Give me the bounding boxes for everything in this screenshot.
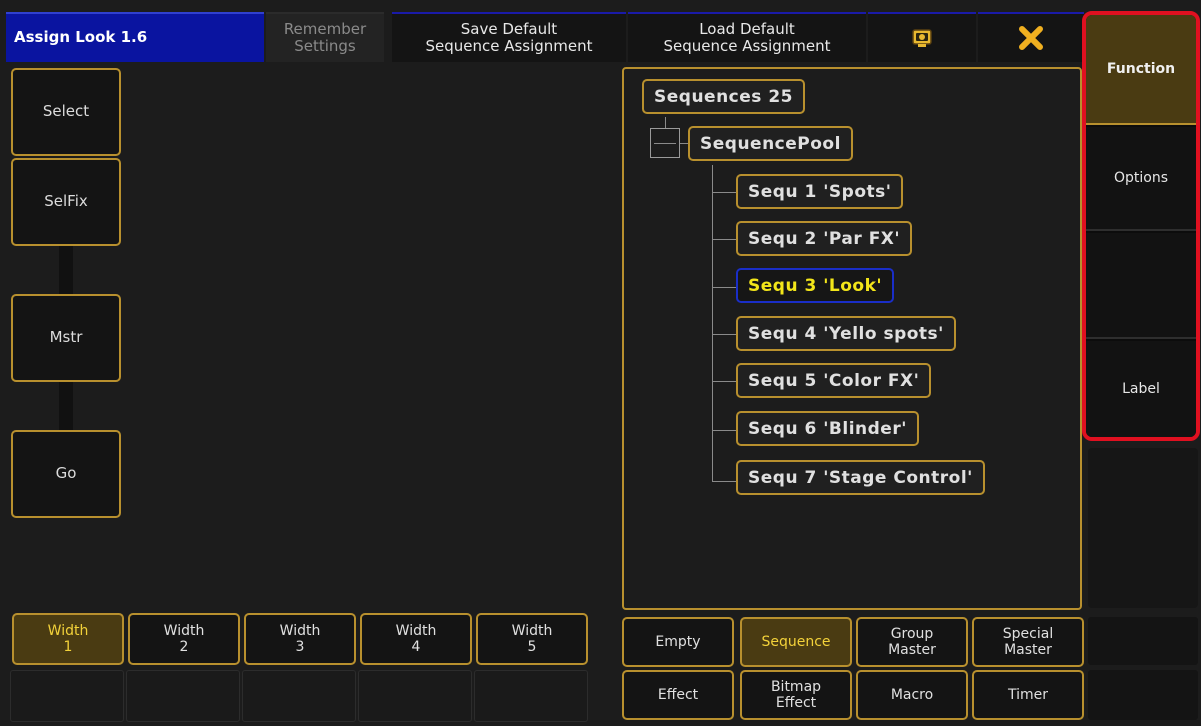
tree-sequence-item-selected[interactable]: Sequ 3 'Look' <box>736 268 895 303</box>
close-icon <box>1019 26 1043 50</box>
tree-sequence-item[interactable]: Sequ 5 'Color FX' <box>736 363 932 398</box>
mstr-button[interactable]: Mstr <box>11 294 121 382</box>
window-title: Assign Look 1.6 <box>14 28 148 46</box>
width-5-button[interactable]: Width 5 <box>476 613 588 665</box>
tree-connector <box>712 287 737 288</box>
tree-sequence-item[interactable]: Sequ 4 'Yello spots' <box>736 316 956 351</box>
tree-connector <box>712 481 737 482</box>
tree-connector <box>712 192 737 193</box>
tree-sequence-item[interactable]: Sequ 2 'Par FX' <box>736 221 913 256</box>
width-4-button[interactable]: Width 4 <box>360 613 472 665</box>
blank-cell <box>1088 670 1198 720</box>
side-function-button[interactable]: Function <box>1086 15 1196 125</box>
side-empty-button[interactable] <box>1086 233 1196 339</box>
select-button[interactable]: Select <box>11 68 121 156</box>
side-menu: Function Options Label <box>1082 11 1200 441</box>
type-sequence-button[interactable]: Sequence <box>740 617 852 667</box>
width-1-button[interactable]: Width 1 <box>12 613 124 665</box>
blank-cell <box>10 670 124 722</box>
tree-pool-node[interactable]: SequencePool <box>688 126 853 161</box>
blank-cell <box>126 670 240 722</box>
tree-connector <box>712 239 737 240</box>
remember-settings-button[interactable]: Remember Settings <box>266 12 384 62</box>
tree-sequence-item[interactable]: Sequ 1 'Spots' <box>736 174 904 209</box>
blank-cell <box>358 670 472 722</box>
width-3-button[interactable]: Width 3 <box>244 613 356 665</box>
fader-rail <box>59 381 73 431</box>
type-bitmap-effect-button[interactable]: Bitmap Effect <box>740 670 852 720</box>
width-2-button[interactable]: Width 2 <box>128 613 240 665</box>
camera-button[interactable] <box>868 12 976 62</box>
load-default-button[interactable]: Load Default Sequence Assignment <box>628 12 866 62</box>
type-empty-button[interactable]: Empty <box>622 617 734 667</box>
type-timer-button[interactable]: Timer <box>972 670 1084 720</box>
tree-connector <box>712 165 713 482</box>
tree-connector <box>712 381 737 382</box>
selfix-button[interactable]: SelFix <box>11 158 121 246</box>
go-button[interactable]: Go <box>11 430 121 518</box>
type-macro-button[interactable]: Macro <box>856 670 968 720</box>
blank-cell <box>242 670 356 722</box>
tree-root-node[interactable]: Sequences 25 <box>642 79 805 114</box>
fader-rail <box>59 245 73 295</box>
tree-connector <box>712 430 737 431</box>
tree-sequence-item[interactable]: Sequ 7 'Stage Control' <box>736 460 985 495</box>
collapse-toggle[interactable] <box>650 128 680 158</box>
type-special-master-button[interactable]: Special Master <box>972 617 1084 667</box>
type-group-master-button[interactable]: Group Master <box>856 617 968 667</box>
side-blank-area <box>1088 448 1198 608</box>
side-label-button[interactable]: Label <box>1086 341 1196 437</box>
close-button[interactable] <box>978 12 1084 62</box>
type-effect-button[interactable]: Effect <box>622 670 734 720</box>
camera-icon <box>912 29 932 47</box>
blank-cell <box>474 670 588 722</box>
minus-icon <box>654 143 676 144</box>
side-options-button[interactable]: Options <box>1086 127 1196 231</box>
blank-cell <box>1088 617 1198 665</box>
tree-sequence-item[interactable]: Sequ 6 'Blinder' <box>736 411 919 446</box>
save-default-button[interactable]: Save Default Sequence Assignment <box>392 12 626 62</box>
tree-connector <box>712 334 737 335</box>
